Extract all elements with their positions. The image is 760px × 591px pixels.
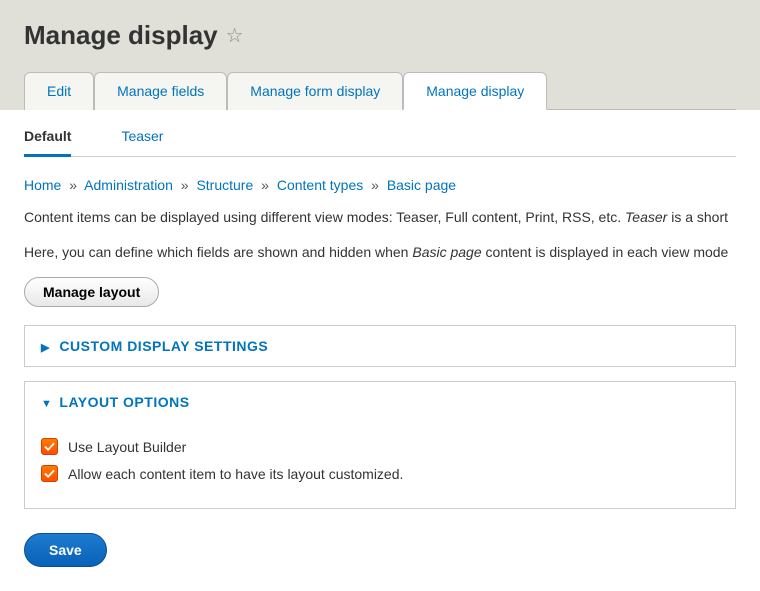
layout-options-toggle[interactable]: ▼ LAYOUT OPTIONS <box>25 382 735 422</box>
use-layout-builder-checkbox[interactable] <box>41 438 58 455</box>
star-icon[interactable]: ☆ <box>226 23 244 48</box>
subtab-teaser[interactable]: Teaser <box>121 128 163 156</box>
breadcrumb-current: Basic page <box>387 177 456 193</box>
breadcrumb-separator: » <box>371 177 379 193</box>
use-layout-builder-label: Use Layout Builder <box>68 439 186 455</box>
layout-options-panel: ▼ LAYOUT OPTIONS Use Layout Builder Allo… <box>24 381 736 509</box>
breadcrumb: Home » Administration » Structure » Cont… <box>24 177 736 193</box>
save-button[interactable]: Save <box>24 533 107 567</box>
tab-manage-display[interactable]: Manage display <box>403 72 547 110</box>
tab-manage-fields[interactable]: Manage fields <box>94 72 227 110</box>
breadcrumb-administration[interactable]: Administration <box>84 177 173 193</box>
expanded-marker-icon: ▼ <box>41 398 55 410</box>
tab-manage-form-display[interactable]: Manage form display <box>227 72 403 110</box>
breadcrumb-structure[interactable]: Structure <box>196 177 253 193</box>
breadcrumb-separator: » <box>69 177 77 193</box>
primary-tabs: Edit Manage fields Manage form display M… <box>24 71 736 110</box>
description-line-2: Here, you can define which fields are sh… <box>24 242 736 263</box>
allow-custom-layout-checkbox[interactable] <box>41 465 58 482</box>
custom-display-settings-panel: ▶ CUSTOM DISPLAY SETTINGS <box>24 325 736 367</box>
description-line-1: Content items can be displayed using dif… <box>24 207 736 228</box>
breadcrumb-separator: » <box>181 177 189 193</box>
breadcrumb-home[interactable]: Home <box>24 177 61 193</box>
collapsed-marker-icon: ▶ <box>41 341 55 354</box>
page-title: Manage display <box>24 20 218 51</box>
breadcrumb-content-types[interactable]: Content types <box>277 177 363 193</box>
checkmark-icon <box>44 468 55 479</box>
manage-layout-button[interactable]: Manage layout <box>24 277 159 307</box>
subtab-default[interactable]: Default <box>24 128 71 157</box>
allow-custom-layout-label: Allow each content item to have its layo… <box>68 466 403 482</box>
checkmark-icon <box>44 441 55 452</box>
tab-edit[interactable]: Edit <box>24 72 94 110</box>
breadcrumb-separator: » <box>261 177 269 193</box>
secondary-tabs: Default Teaser <box>24 110 736 157</box>
custom-display-settings-toggle[interactable]: ▶ CUSTOM DISPLAY SETTINGS <box>25 326 735 366</box>
